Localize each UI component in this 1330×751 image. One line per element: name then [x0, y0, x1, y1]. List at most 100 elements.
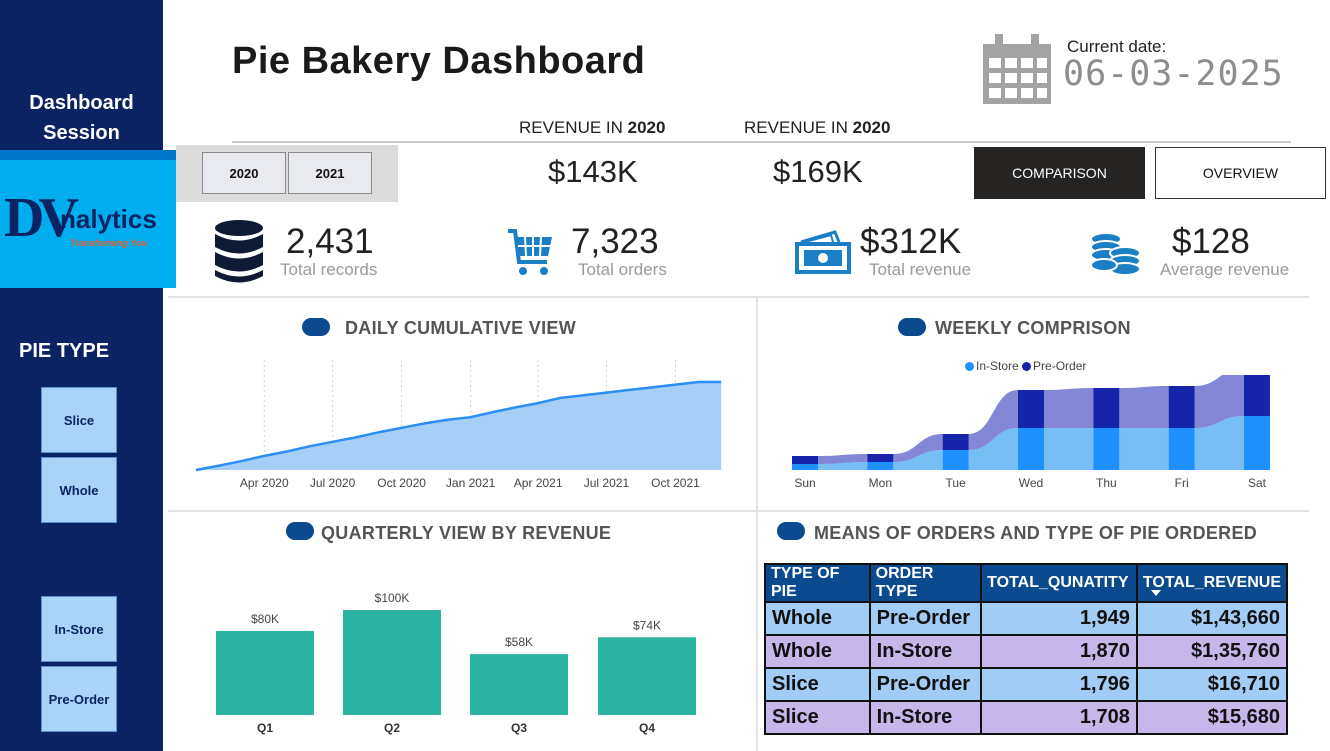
x-tick-label: Fri: [1175, 476, 1189, 490]
coins-icon: [1090, 232, 1141, 275]
x-tick-label: Thu: [1096, 476, 1117, 490]
whole-filter-button[interactable]: Whole: [41, 457, 117, 523]
column-header-type-of-pie[interactable]: TYPE OF PIE: [764, 563, 871, 603]
x-tick-label: Apr 2020: [240, 476, 289, 490]
pre-order-bar: [942, 434, 969, 450]
bar-data-label: $100K: [375, 591, 410, 605]
pre-order-ribbon: [1119, 386, 1169, 428]
weekly-comparison-chart: Sun Mon Tue Wed Thu Fri Sat: [792, 375, 1270, 490]
weekly-comparison-title: WEEKLY COMPRISON: [935, 318, 1131, 338]
daily-cumulative-title: DAILY CUMULATIVE VIEW: [345, 318, 576, 338]
in-store-legend-label: In-Store: [976, 359, 1019, 373]
year-2021-button[interactable]: 2021: [288, 152, 372, 194]
logo-tagline: Transforming You: [70, 238, 147, 248]
x-tick-label: Sat: [1248, 476, 1267, 490]
table-row: Whole Pre-Order 1,949 $1,43,660: [764, 601, 1289, 636]
table-cell: Slice: [764, 667, 871, 702]
quarterly-bar-chart: $80K Q1 $100K Q2 $58K Q3 $74K Q4: [216, 591, 696, 735]
pre-order-ribbon: [1044, 388, 1094, 428]
table-cell: Whole: [764, 634, 871, 669]
kpi-total-revenue-value: $312K: [860, 222, 962, 261]
bar-data-label: $58K: [505, 635, 533, 649]
table-cell: In-Store: [868, 700, 983, 735]
kpi-average-revenue-label: Average revenue: [1160, 260, 1290, 279]
orders-table: TYPE OF PIE ORDER TYPE TOTAL_QUNATITY TO…: [764, 563, 1289, 735]
page-title: Pie Bakery Dashboard: [232, 40, 646, 82]
quarter-bar: [470, 654, 568, 715]
revenue-label-1-year: 2020: [627, 118, 666, 137]
comparison-button[interactable]: COMPARISON: [974, 147, 1145, 199]
x-tick-label: Q4: [639, 721, 655, 735]
table-cell: $1,43,660: [1135, 601, 1289, 636]
pre-order-bar: [792, 456, 818, 464]
pre-order-bar: [1093, 388, 1120, 428]
year-2020-button[interactable]: 2020: [202, 152, 286, 194]
kpi-total-orders-label: Total orders: [578, 260, 667, 279]
column-header-order-type[interactable]: ORDER TYPE: [868, 563, 983, 603]
x-tick-label: Jul 2021: [584, 476, 630, 490]
revenue-label-1: REVENUE IN 2020: [519, 118, 665, 138]
x-tick-label: Q1: [257, 721, 273, 735]
column-header-total-revenue[interactable]: TOTAL_REVENUE: [1135, 563, 1289, 603]
in-store-bar: [792, 464, 818, 470]
x-tick-label: Q3: [511, 721, 527, 735]
panel-marker-icon: [898, 318, 926, 336]
bar-data-label: $80K: [251, 612, 279, 626]
column-header-total-quantity[interactable]: TOTAL_QUNATITY: [980, 563, 1138, 603]
x-tick-label: Sun: [794, 476, 815, 490]
in-store-bar: [1244, 416, 1270, 470]
table-cell: 1,949: [980, 601, 1138, 636]
x-tick-label: Oct 2021: [651, 476, 700, 490]
pre-order-bar: [867, 454, 894, 462]
table-cell: Pre-Order: [868, 601, 983, 636]
table-cell: $16,710: [1135, 667, 1289, 702]
revenue-label-2: REVENUE IN 2020: [744, 118, 890, 138]
panel-marker-icon: [286, 522, 314, 540]
pie-type-label: PIE TYPE: [19, 340, 110, 362]
revenue-value-1: $143K: [548, 154, 638, 189]
x-tick-label: Oct 2020: [377, 476, 426, 490]
slice-filter-button[interactable]: Slice: [41, 387, 117, 453]
table-cell: $1,35,760: [1135, 634, 1289, 669]
in-store-bar: [942, 450, 969, 470]
pre-order-bar: [1018, 390, 1044, 428]
table-cell: Slice: [764, 700, 871, 735]
table-row: Slice Pre-Order 1,796 $16,710: [764, 667, 1289, 702]
bar-data-label: $74K: [633, 618, 661, 632]
pre-order-legend-dot: [1022, 362, 1032, 371]
orders-table-title: MEANS OF ORDERS AND TYPE OF PIE ORDERED: [814, 523, 1258, 543]
kpi-total-records-value: 2,431: [286, 222, 374, 261]
header-divider: [232, 141, 1291, 143]
quarterly-view-title: QUARTERLY VIEW BY REVENUE: [321, 523, 612, 543]
in-store-legend-dot: [965, 362, 974, 371]
table-cell: 1,708: [980, 700, 1138, 735]
table-header-row: TYPE OF PIE ORDER TYPE TOTAL_QUNATITY TO…: [764, 563, 1289, 603]
database-icon: [215, 220, 263, 283]
x-tick-label: Q2: [384, 721, 400, 735]
sidebar: Dashboard Session PIE TYPE Slice Whole I…: [0, 0, 163, 751]
table-cell: Pre-Order: [868, 667, 983, 702]
revenue-label-2-year: 2020: [852, 118, 891, 137]
revenue-label-2-prefix: REVENUE IN: [744, 118, 853, 137]
kpi-total-orders-value: 7,323: [571, 222, 659, 261]
in-store-ribbon: [1044, 428, 1094, 470]
pre-order-filter-button[interactable]: Pre-Order: [41, 666, 117, 732]
panel-divider-middle: [168, 510, 1309, 512]
pre-order-bar: [1168, 386, 1195, 428]
in-store-ribbon: [1119, 428, 1169, 470]
panel-divider-top: [168, 296, 1309, 298]
revenue-value-2: $169K: [773, 154, 863, 189]
quarter-bar: [216, 631, 314, 715]
weekly-legend: In-Store Pre-Order: [965, 359, 1086, 373]
overview-button[interactable]: OVERVIEW: [1155, 147, 1326, 199]
sort-descending-icon[interactable]: [1151, 590, 1161, 596]
table-cell: $15,680: [1135, 700, 1289, 735]
kpi-total-revenue-label: Total revenue: [869, 260, 972, 279]
kpi-total-records-label: Total records: [280, 260, 378, 279]
logo-word: nalytics: [60, 204, 157, 234]
table-cell: In-Store: [868, 634, 983, 669]
table-cell: 1,870: [980, 634, 1138, 669]
x-tick-label: Mon: [869, 476, 892, 490]
in-store-filter-button[interactable]: In-Store: [41, 596, 117, 662]
current-date: 06-03-2025: [1063, 54, 1284, 94]
